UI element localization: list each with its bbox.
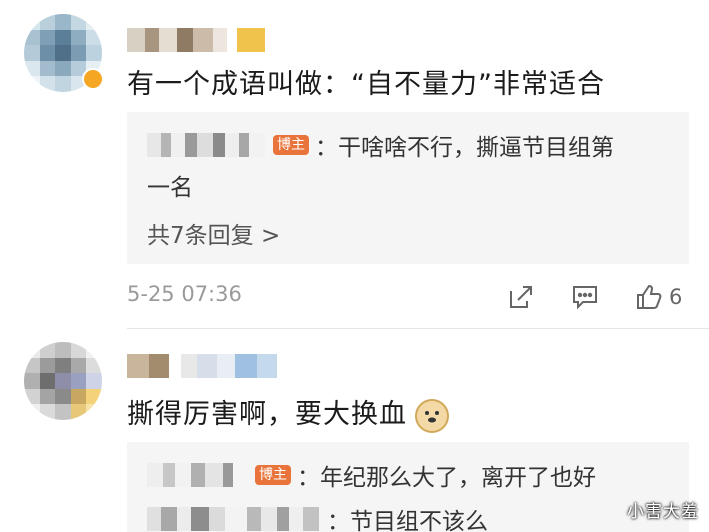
verified-badge-icon [82, 68, 104, 90]
comment-text: 有一个成语叫做：“自不量力”非常适合 [127, 69, 605, 100]
comment-button[interactable] [571, 282, 599, 312]
reply-item: 博主 ：干啥啥不行，撕逼节目组第 [147, 128, 614, 162]
reply-text-continued: 一名 [147, 175, 193, 201]
username-blurred[interactable] [127, 28, 267, 52]
like-button[interactable]: 6 [635, 282, 682, 312]
username-blurred[interactable] [127, 354, 277, 378]
comment-item-1: 有一个成语叫做：“自不量力”非常适合 博主 ：干啥啥不行，撕逼节目组第 一名 共… [0, 0, 709, 330]
reply-item: ：节目组不该么 [147, 502, 488, 532]
comment-item-2: 撕得厉害啊，要大换血 博主 ：年纪那么大了，离开了也好 ：节目组不该么 [0, 330, 709, 532]
reply-item: 博主 ：年纪那么大了，离开了也好 [147, 458, 596, 492]
thumbs-up-icon [637, 284, 662, 309]
reply-text: ：干啥啥不行，撕逼节目组第 [315, 135, 614, 161]
comment-text: 撕得厉害啊，要大换血 [127, 392, 449, 433]
reply-text: ：节目组不该么 [327, 509, 488, 532]
reply-box[interactable]: 博主 ：年纪那么大了，离开了也好 ：节目组不该么 [127, 442, 689, 532]
more-replies-link[interactable]: 共7条回复 > [147, 216, 280, 250]
comment-text-body: 撕得厉害啊，要大换血 [127, 399, 407, 430]
reply-username-blurred[interactable] [147, 463, 247, 487]
comment-divider [127, 328, 709, 329]
doge-emoji-icon [415, 398, 449, 433]
author-badge: 博主 [255, 465, 291, 485]
reply-text: ：年纪那么大了，离开了也好 [297, 465, 596, 491]
share-icon [510, 286, 532, 308]
avatar-mosaic [24, 342, 102, 420]
comment-icon [573, 286, 597, 310]
reply-box[interactable]: 博主 ：干啥啥不行，撕逼节目组第 一名 共7条回复 > [127, 112, 689, 264]
watermark: 小害大羞 [627, 502, 699, 522]
comment-meta: 5-25 07:36 6 [127, 282, 689, 312]
author-badge: 博主 [273, 135, 309, 155]
share-button[interactable] [507, 282, 535, 312]
like-count: 6 [669, 285, 683, 309]
timestamp: 5-25 07:36 [127, 282, 242, 306]
reply-username-blurred[interactable] [147, 507, 319, 531]
avatar[interactable] [24, 342, 102, 420]
reply-username-blurred[interactable] [147, 133, 265, 157]
